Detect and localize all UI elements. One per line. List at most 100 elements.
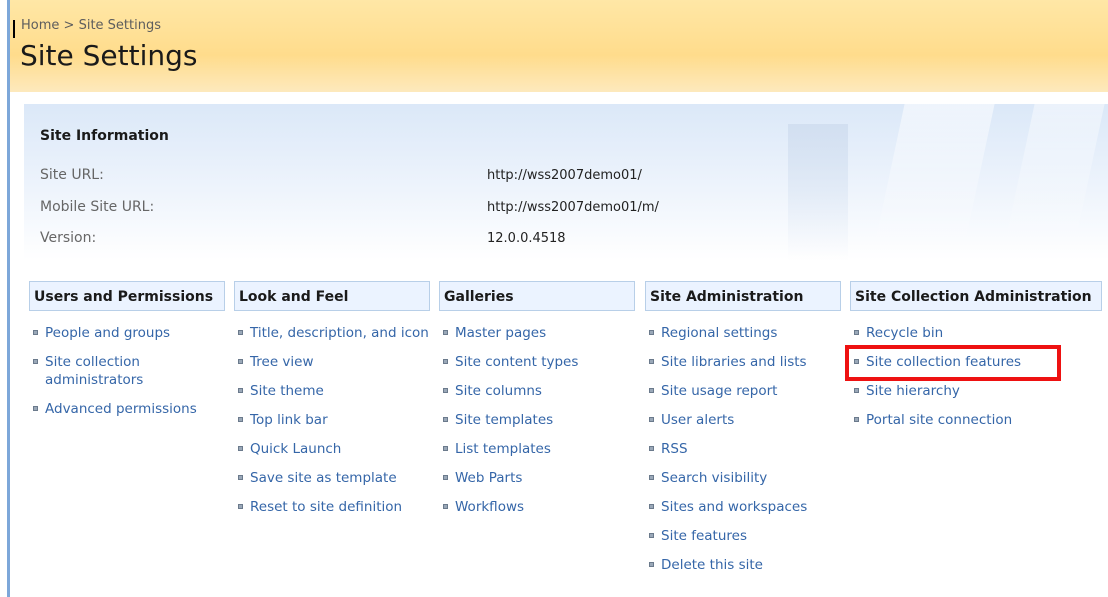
link-item[interactable]: People and groups <box>29 324 225 342</box>
link-item[interactable]: List templates <box>439 440 635 458</box>
link-label[interactable]: Advanced permissions <box>45 401 197 417</box>
link-item[interactable]: Site hierarchy <box>850 382 1102 400</box>
bullet-icon <box>649 330 654 335</box>
link-item[interactable]: Site libraries and lists <box>645 353 841 371</box>
link-item[interactable]: RSS <box>645 440 841 458</box>
bullet-icon <box>443 504 448 509</box>
bullet-icon <box>443 388 448 393</box>
bullet-icon <box>649 446 654 451</box>
breadcrumb-current: Site Settings <box>78 18 161 33</box>
link-label[interactable]: Search visibility <box>661 470 767 486</box>
link-item[interactable]: Site collection administrators <box>29 353 225 389</box>
link-label[interactable]: Site templates <box>455 412 553 428</box>
link-label[interactable]: Site features <box>661 528 747 544</box>
link-label[interactable]: Site collection administrators <box>45 354 143 388</box>
link-item[interactable]: Search visibility <box>645 469 841 487</box>
link-item[interactable]: Reset to site definition <box>234 498 430 516</box>
link-item[interactable]: Recycle bin <box>850 324 1102 342</box>
link-label[interactable]: Recycle bin <box>866 325 943 341</box>
link-label[interactable]: Site hierarchy <box>866 383 960 399</box>
bullet-icon <box>854 330 859 335</box>
section-header: Look and Feel <box>234 281 430 311</box>
link-label[interactable]: Reset to site definition <box>250 499 402 515</box>
link-item[interactable]: Site features <box>645 527 841 545</box>
link-item[interactable]: Master pages <box>439 324 635 342</box>
link-item[interactable]: Top link bar <box>234 411 430 429</box>
link-label[interactable]: RSS <box>661 441 688 457</box>
link-item[interactable]: Advanced permissions <box>29 400 225 418</box>
bullet-icon <box>238 330 243 335</box>
bullet-icon <box>854 388 859 393</box>
bullet-icon <box>649 562 654 567</box>
section-galleries: Galleries Master pages Site content type… <box>439 281 635 527</box>
link-item[interactable]: Save site as template <box>234 469 430 487</box>
page-title: Site Settings <box>20 39 198 72</box>
version-value: 12.0.0.4518 <box>487 231 566 246</box>
breadcrumb-home-link[interactable]: Home <box>21 18 59 33</box>
link-label[interactable]: Master pages <box>455 325 546 341</box>
highlight-annotation-box <box>845 345 1061 381</box>
bullet-icon <box>443 330 448 335</box>
section-site-administration: Site Administration Regional settings Si… <box>645 281 841 585</box>
section-header: Users and Permissions <box>29 281 225 311</box>
section-header: Galleries <box>439 281 635 311</box>
link-label[interactable]: Portal site connection <box>866 412 1012 428</box>
link-item[interactable]: Site usage report <box>645 382 841 400</box>
link-item[interactable]: Quick Launch <box>234 440 430 458</box>
link-item[interactable]: Site content types <box>439 353 635 371</box>
bullet-icon <box>649 359 654 364</box>
link-label[interactable]: Quick Launch <box>250 441 341 457</box>
bullet-icon <box>649 475 654 480</box>
link-item[interactable]: Portal site connection <box>850 411 1102 429</box>
link-label[interactable]: People and groups <box>45 325 170 341</box>
link-item[interactable]: Regional settings <box>645 324 841 342</box>
link-item[interactable]: User alerts <box>645 411 841 429</box>
breadcrumb-separator: > <box>63 18 75 33</box>
site-url-label: Site URL: <box>40 167 104 183</box>
page-header: Home > Site Settings Site Settings <box>10 0 1108 92</box>
link-label[interactable]: Site theme <box>250 383 324 399</box>
link-label[interactable]: Tree view <box>250 354 314 370</box>
link-label[interactable]: Site content types <box>455 354 578 370</box>
section-look-and-feel: Look and Feel Title, description, and ic… <box>234 281 430 527</box>
breadcrumb: Home > Site Settings <box>21 18 161 33</box>
bullet-icon <box>649 504 654 509</box>
link-item[interactable]: Web Parts <box>439 469 635 487</box>
link-item[interactable]: Delete this site <box>645 556 841 574</box>
link-label[interactable]: Site columns <box>455 383 542 399</box>
link-label[interactable]: Delete this site <box>661 557 763 573</box>
link-item[interactable]: Workflows <box>439 498 635 516</box>
link-item[interactable]: Site theme <box>234 382 430 400</box>
link-item[interactable]: Sites and workspaces <box>645 498 841 516</box>
link-label[interactable]: Site libraries and lists <box>661 354 807 370</box>
link-label[interactable]: Workflows <box>455 499 524 515</box>
bullet-icon <box>649 533 654 538</box>
link-label[interactable]: User alerts <box>661 412 734 428</box>
mobile-site-url-label: Mobile Site URL: <box>40 199 155 215</box>
link-label[interactable]: Web Parts <box>455 470 522 486</box>
bullet-icon <box>238 417 243 422</box>
site-url-value: http://wss2007demo01/ <box>487 168 642 183</box>
link-label[interactable]: Regional settings <box>661 325 777 341</box>
link-item[interactable]: Tree view <box>234 353 430 371</box>
mobile-site-url-value: http://wss2007demo01/m/ <box>487 200 659 215</box>
bullet-icon <box>33 359 38 364</box>
link-item[interactable]: Site columns <box>439 382 635 400</box>
link-label[interactable]: List templates <box>455 441 551 457</box>
bullet-icon <box>443 417 448 422</box>
bullet-icon <box>238 475 243 480</box>
link-label[interactable]: Site usage report <box>661 383 777 399</box>
background-decoration <box>871 104 995 260</box>
link-label[interactable]: Top link bar <box>250 412 328 428</box>
link-item[interactable]: Site templates <box>439 411 635 429</box>
bullet-icon <box>443 359 448 364</box>
link-item[interactable]: Title, description, and icon <box>234 324 430 342</box>
background-decoration <box>1001 104 1105 260</box>
link-label[interactable]: Sites and workspaces <box>661 499 807 515</box>
bullet-icon <box>854 417 859 422</box>
bullet-icon <box>33 406 38 411</box>
link-label[interactable]: Save site as template <box>250 470 397 486</box>
link-label[interactable]: Title, description, and icon <box>250 325 429 341</box>
bullet-icon <box>238 504 243 509</box>
section-header: Site Collection Administration <box>850 281 1102 311</box>
